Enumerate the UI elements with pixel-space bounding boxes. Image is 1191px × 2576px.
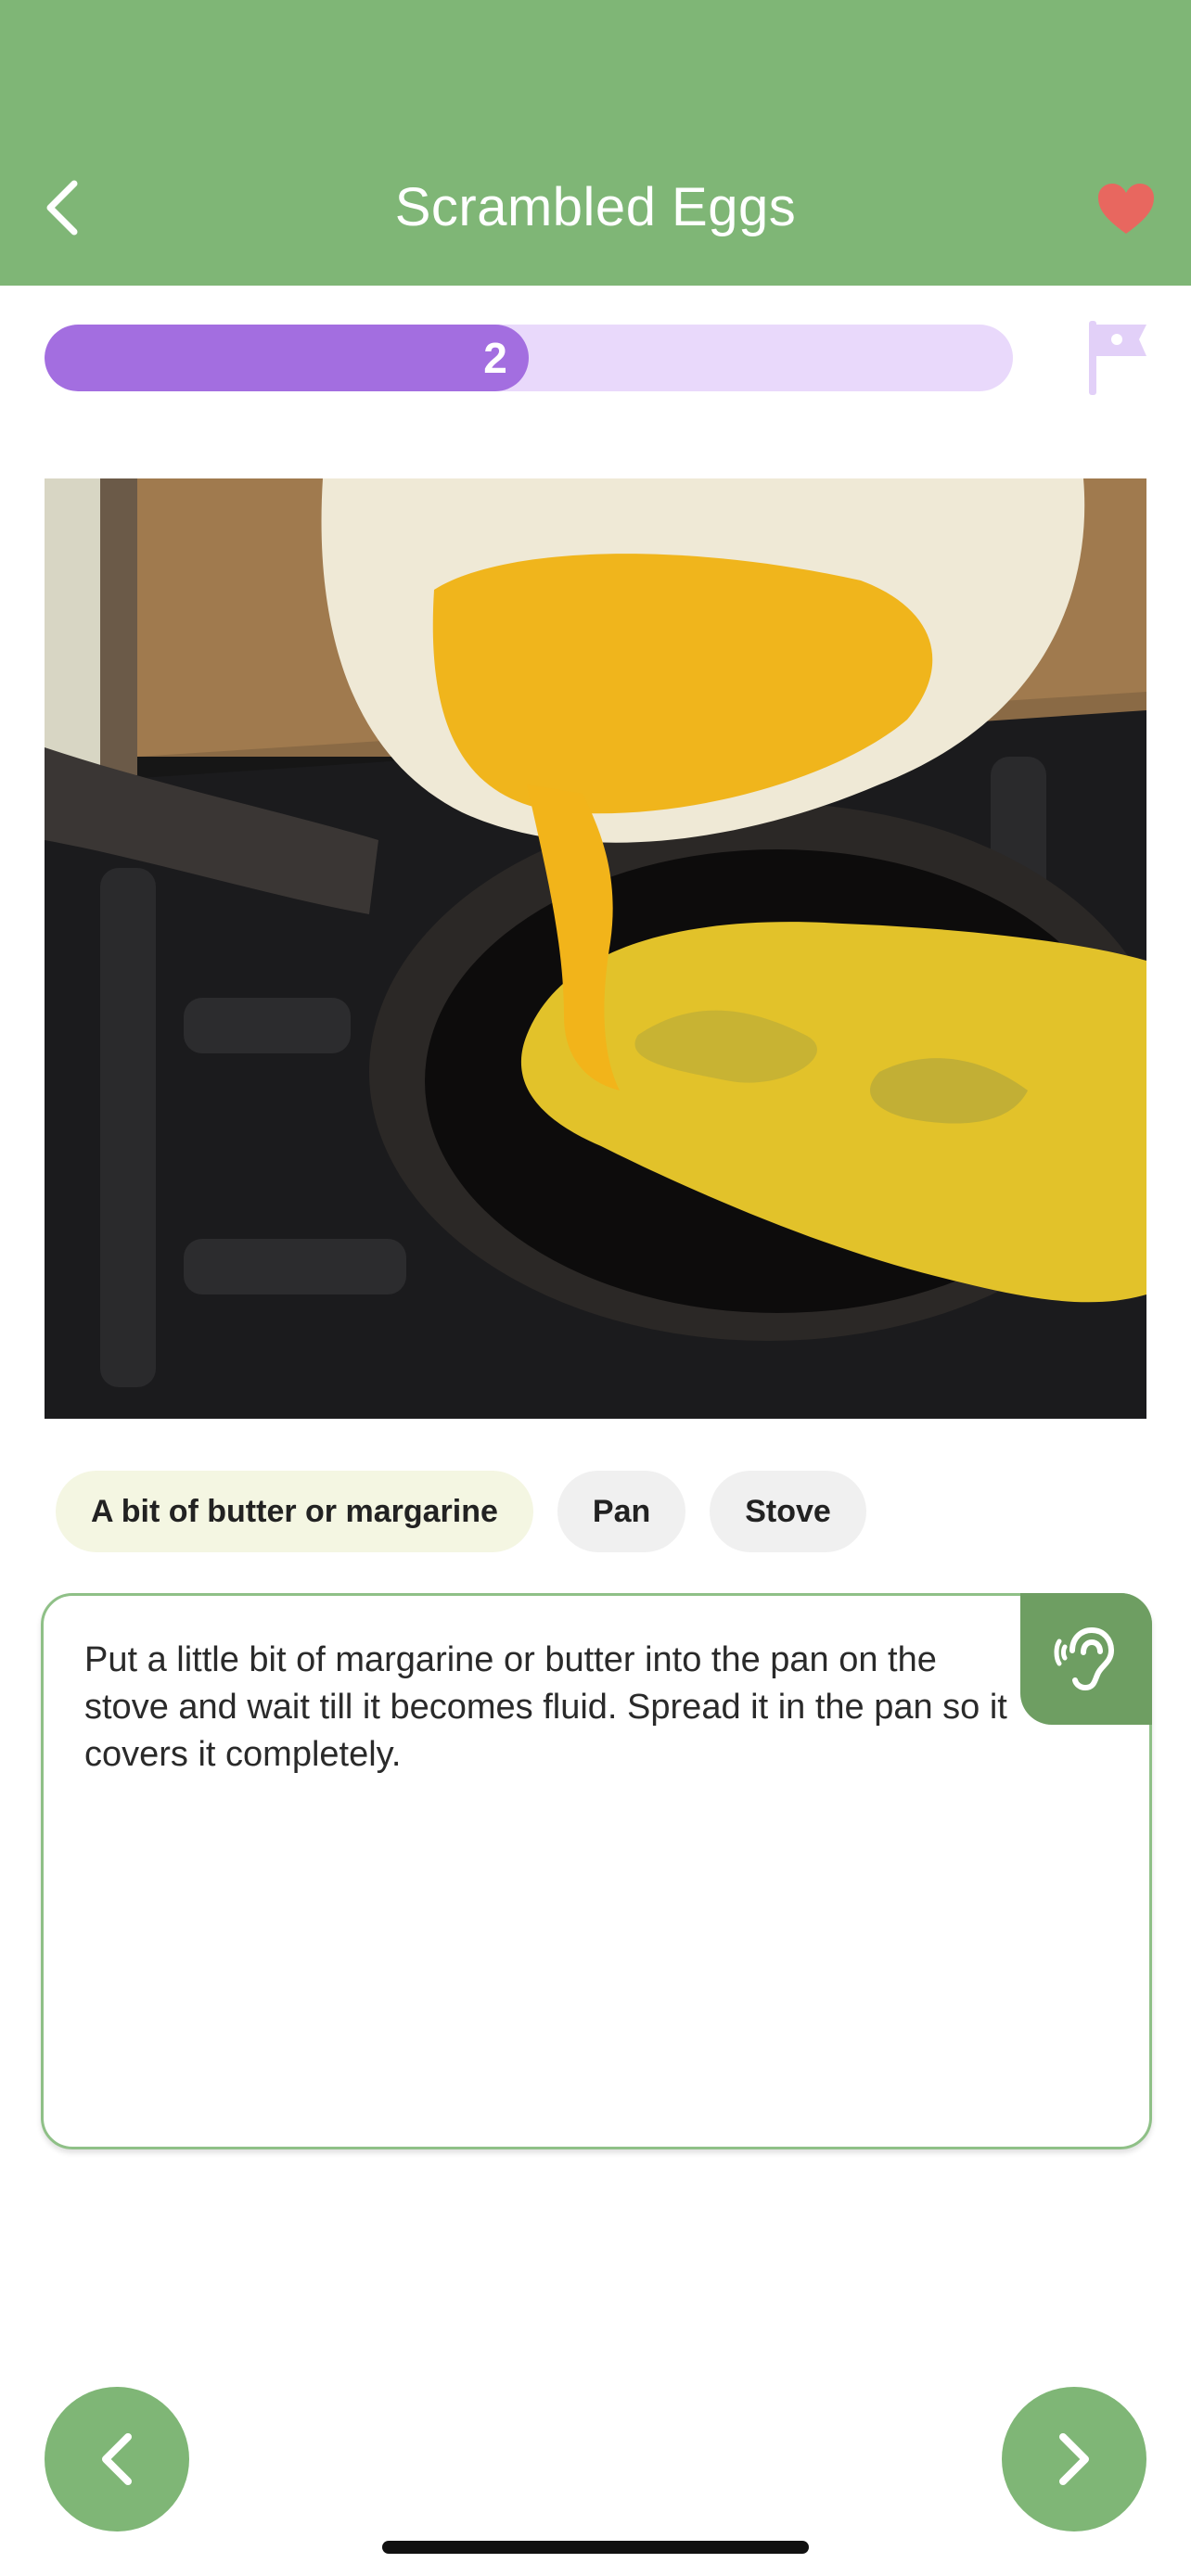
ear-icon [1054, 1626, 1115, 1691]
step-progress-fill: 2 [45, 325, 529, 391]
page-title: Scrambled Eggs [394, 177, 797, 237]
ingredient-tag-pan[interactable]: Pan [557, 1471, 686, 1552]
heart-icon [1098, 184, 1154, 234]
step-photo [45, 478, 1146, 1419]
app-header: Scrambled Eggs [0, 0, 1191, 286]
flag-icon [1089, 321, 1146, 395]
chevron-right-icon [1059, 2433, 1089, 2485]
previous-step-button[interactable] [45, 2387, 189, 2531]
instruction-card: Put a little bit of margarine or butter … [41, 1593, 1152, 2149]
ingredient-tag-stove[interactable]: Stove [710, 1471, 866, 1552]
home-indicator[interactable] [382, 2541, 809, 2554]
favorite-button[interactable] [1091, 178, 1161, 239]
step-progress-bar: 2 [45, 325, 1013, 391]
ingredient-tags: A bit of butter or margarine Pan Stove [56, 1471, 866, 1552]
instruction-text: Put a little bit of margarine or butter … [84, 1640, 1007, 1774]
ingredient-tag-butter[interactable]: A bit of butter or margarine [56, 1471, 533, 1552]
next-step-button[interactable] [1002, 2387, 1146, 2531]
current-step-number: 2 [483, 334, 507, 382]
chevron-left-icon [102, 2433, 132, 2485]
listen-button[interactable] [1020, 1593, 1152, 1725]
